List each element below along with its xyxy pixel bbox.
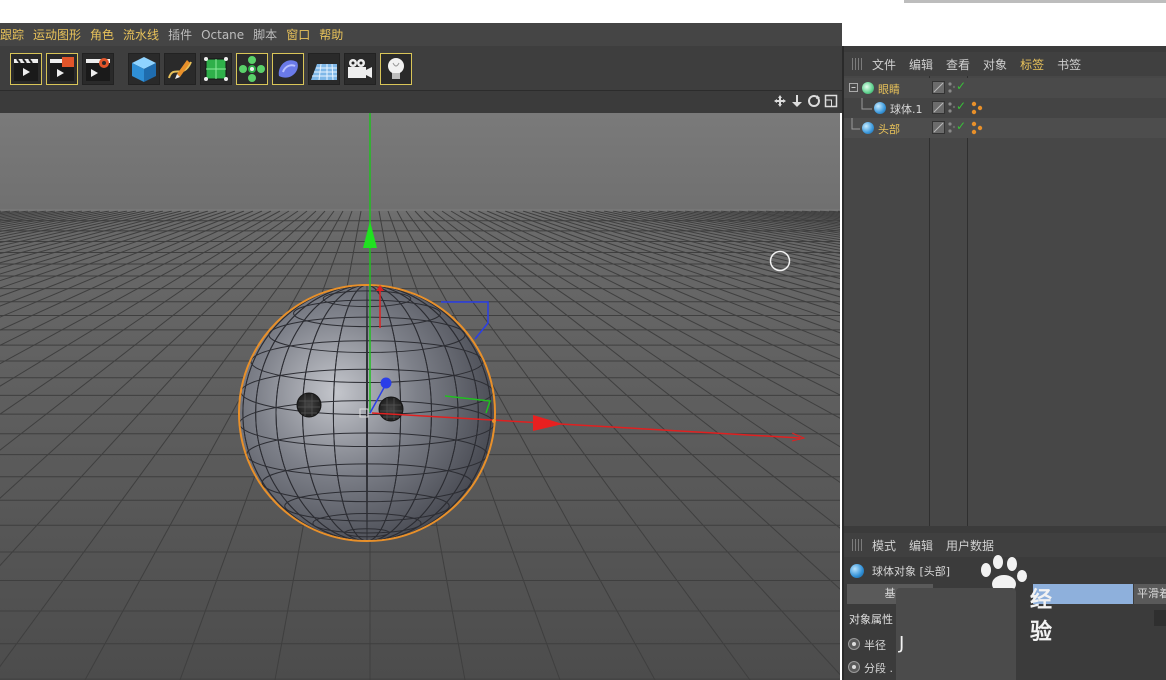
radius-label: 半径 xyxy=(864,639,886,652)
main-toolbar xyxy=(0,46,842,91)
menu-item-5[interactable]: Octane xyxy=(201,28,253,42)
menu-item-1[interactable]: 运动图形 xyxy=(33,26,90,43)
visibility-dots-icon[interactable] xyxy=(948,101,956,115)
radius-animate-icon[interactable] xyxy=(848,638,860,650)
sphere-icon xyxy=(874,102,886,114)
object-row[interactable]: 眼睛 ✓ xyxy=(844,78,1166,98)
subdivision-surface-button[interactable] xyxy=(200,53,232,85)
floor-icon xyxy=(311,63,337,81)
zoom-view-icon[interactable] xyxy=(790,94,804,108)
phong-tag-icon[interactable] xyxy=(970,101,984,115)
layer-toggle-icon[interactable] xyxy=(932,121,945,134)
right-eye-sphere[interactable] xyxy=(378,396,404,422)
window-shadow xyxy=(904,0,1166,3)
attribute-manager-menu-item-1[interactable]: 编辑 xyxy=(909,537,933,554)
watermark: J 经验 xyxy=(896,555,1052,680)
object-row[interactable]: 头部 ✓ xyxy=(844,118,1166,138)
render-picture-viewer-button[interactable] xyxy=(46,53,78,85)
object-name: 眼睛 xyxy=(878,83,900,96)
pen-spline-icon xyxy=(168,60,192,79)
camera-button[interactable] xyxy=(344,53,376,85)
light-button[interactable] xyxy=(380,53,412,85)
layer-toggle-icon[interactable] xyxy=(932,81,945,94)
move-view-icon[interactable] xyxy=(773,94,787,108)
layer-toggle-icon[interactable] xyxy=(932,101,945,114)
attribute-manager-menu-item-2[interactable]: 用户数据 xyxy=(946,537,994,554)
deformer-button[interactable] xyxy=(272,53,304,85)
attribute-manager-menu-item-0[interactable]: 模式 xyxy=(872,537,896,554)
menu-item-7[interactable]: 窗口 xyxy=(286,26,319,43)
viewport-header xyxy=(0,91,842,113)
3d-viewport[interactable] xyxy=(0,113,840,680)
main-menu-bar: 跟踪 运动图形 角色 流水线 插件 Octane 脚本 窗口 帮助 xyxy=(0,23,842,46)
watermark-mark: J xyxy=(899,633,905,654)
deformer-icon xyxy=(278,60,298,78)
render-picture-viewer-icon xyxy=(50,57,74,81)
null-object-icon xyxy=(862,82,874,94)
rotate-view-icon[interactable] xyxy=(807,94,821,108)
segments-animate-icon[interactable] xyxy=(848,661,860,673)
cloner-button[interactable] xyxy=(236,53,268,85)
pen-spline-button[interactable] xyxy=(164,53,196,85)
viewport-scene xyxy=(0,113,840,680)
object-manager-header: 文件 编辑 查看 对象 标签 书签 xyxy=(844,52,1166,76)
object-manager-grip-icon[interactable] xyxy=(852,58,864,70)
enabled-check-icon[interactable]: ✓ xyxy=(956,79,966,93)
object-manager-menu-item-5[interactable]: 书签 xyxy=(1057,56,1081,73)
camera-icon xyxy=(348,59,372,78)
enabled-check-icon[interactable]: ✓ xyxy=(956,119,966,133)
attribute-manager-grip-icon[interactable] xyxy=(852,539,864,551)
object-manager-menu-item-4[interactable]: 标签 xyxy=(1020,56,1044,73)
sphere-icon xyxy=(850,564,864,578)
menu-item-0[interactable]: 跟踪 xyxy=(0,26,33,43)
head-sphere[interactable] xyxy=(238,284,496,542)
left-eye-sphere[interactable] xyxy=(296,392,322,418)
phong-tag-icon[interactable] xyxy=(970,121,984,135)
menu-item-6[interactable]: 脚本 xyxy=(253,26,286,43)
floor-button[interactable] xyxy=(308,53,340,85)
window-top-strip xyxy=(0,0,1166,23)
maximize-view-icon[interactable] xyxy=(824,94,838,108)
enabled-check-icon[interactable]: ✓ xyxy=(956,99,966,113)
collapse-icon[interactable] xyxy=(848,82,860,94)
cloner-icon xyxy=(239,56,265,82)
visibility-dots-icon[interactable] xyxy=(948,81,956,95)
menu-item-3[interactable]: 流水线 xyxy=(123,26,168,43)
cube-object-button[interactable] xyxy=(128,53,160,85)
render-settings-icon xyxy=(86,58,110,81)
sphere-icon xyxy=(862,122,874,134)
render-settings-button[interactable] xyxy=(82,53,114,85)
object-manager-menu-item-2[interactable]: 查看 xyxy=(946,56,970,73)
z-axis-handle[interactable] xyxy=(380,377,392,389)
tab-phong[interactable]: 平滑着 xyxy=(1134,584,1166,604)
section-title: 对象属性 xyxy=(849,613,893,626)
object-name: 头部 xyxy=(878,123,900,136)
cube-icon xyxy=(132,57,156,82)
object-name: 球体.1 xyxy=(890,103,923,116)
subdivision-icon xyxy=(204,57,228,81)
menu-item-4[interactable]: 插件 xyxy=(168,26,201,43)
object-manager-menu-item-0[interactable]: 文件 xyxy=(872,56,896,73)
object-row[interactable]: 球体.1 ✓ xyxy=(844,98,1166,118)
watermark-text: 经验 xyxy=(1030,588,1052,645)
menu-item-2[interactable]: 角色 xyxy=(90,26,123,43)
visibility-dots-icon[interactable] xyxy=(948,121,956,135)
light-icon xyxy=(388,58,404,79)
menu-item-8[interactable]: 帮助 xyxy=(319,26,352,43)
object-list: 眼睛 ✓ 球体.1 ✓ 头部 ✓ xyxy=(844,76,1166,526)
render-view-icon xyxy=(14,58,38,81)
object-manager-menu-item-3[interactable]: 对象 xyxy=(983,56,1007,73)
object-manager-menu-item-1[interactable]: 编辑 xyxy=(909,56,933,73)
render-view-button[interactable] xyxy=(10,53,42,85)
